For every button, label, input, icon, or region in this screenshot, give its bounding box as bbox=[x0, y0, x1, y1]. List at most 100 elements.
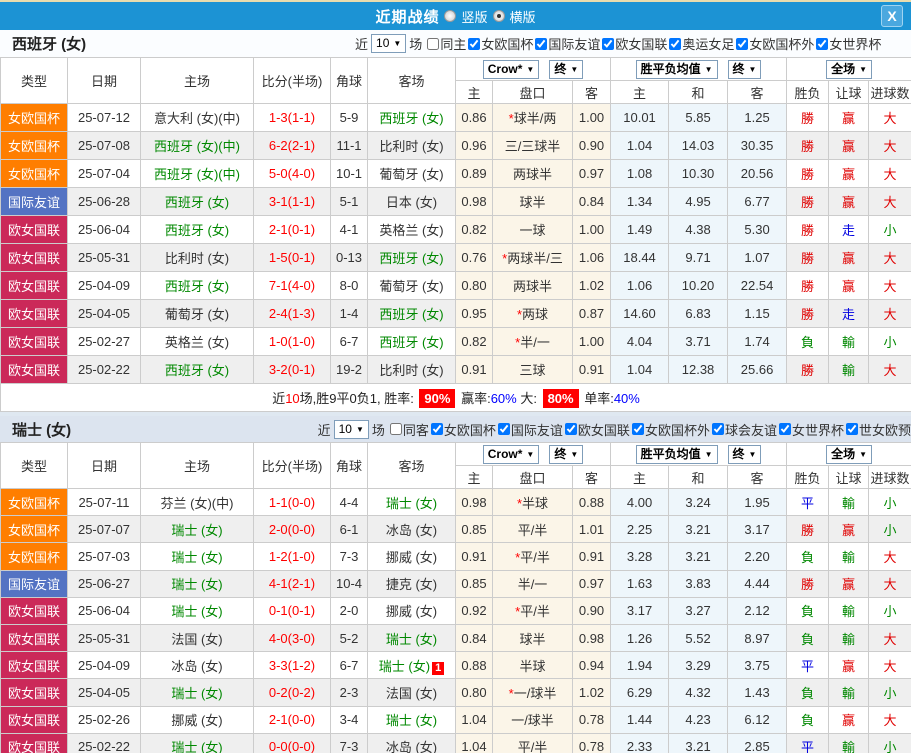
draw-odds: 5.85 bbox=[668, 103, 729, 132]
vertical-mode-radio[interactable] bbox=[444, 10, 457, 22]
summary-segment: 10 bbox=[285, 391, 300, 406]
match-count-select[interactable]: 10 ▼ bbox=[333, 419, 369, 439]
league-filter-checkbox[interactable]: 国际友谊 bbox=[535, 34, 600, 53]
bookmaker-select[interactable]: Crow* ▼ bbox=[482, 444, 540, 464]
scope-select-value: 全场 bbox=[831, 446, 856, 461]
result-win-draw-lose: 勝 bbox=[786, 187, 830, 216]
corner-count: 10-1 bbox=[330, 159, 368, 188]
sub-column-header: 胜负 bbox=[786, 80, 830, 104]
league-filter-checkbox-input[interactable] bbox=[816, 37, 829, 50]
close-button[interactable]: X bbox=[881, 5, 903, 27]
league-type-badge: 欧女国联 bbox=[0, 243, 68, 272]
league-filter-checkbox[interactable]: 国际友谊 bbox=[497, 420, 563, 439]
match-date: 25-05-31 bbox=[67, 243, 141, 272]
corner-count: 7-3 bbox=[330, 542, 368, 571]
match-count-select-value: 10 bbox=[338, 421, 352, 436]
odds-time-select[interactable]: 终 ▼ bbox=[727, 59, 762, 79]
league-filter-checkbox-input[interactable] bbox=[497, 423, 510, 435]
vertical-mode-label[interactable]: 竖版 bbox=[461, 7, 487, 26]
same-venue-checkbox[interactable]: 同客 bbox=[389, 420, 429, 439]
league-filter-checkbox-input[interactable] bbox=[430, 423, 443, 435]
summary-segment: 近 bbox=[272, 391, 286, 406]
team-section-title: 瑞士 (女) bbox=[12, 421, 72, 439]
table-row: 欧女国联 25-02-26 挪威 (女) 2-1(0-0) 3-4 瑞士 (女) 1.04 一… bbox=[0, 705, 911, 734]
league-filter-checkbox[interactable]: 女欧国杯 bbox=[430, 420, 496, 439]
horizontal-mode-label[interactable]: 横版 bbox=[510, 7, 536, 26]
handicap-home-odds: 0.95 bbox=[455, 299, 493, 328]
draw-odds: 4.95 bbox=[668, 187, 729, 216]
handicap-away-odds: 0.90 bbox=[571, 131, 612, 160]
match-date: 25-04-05 bbox=[67, 678, 141, 707]
odds-header-group: 胜平负均值 ▼ 终 ▼ bbox=[610, 57, 788, 81]
odds-average-select[interactable]: 胜平负均值 ▼ bbox=[635, 444, 718, 464]
sub-column-header: 进球数 bbox=[868, 80, 911, 104]
match-score: 5-0(4-0) bbox=[253, 159, 331, 188]
league-filter-checkbox[interactable]: 女欧国杯 bbox=[468, 34, 533, 53]
match-date: 25-06-04 bbox=[67, 596, 141, 625]
section-filter-bar: 西班牙 (女) 近 10 ▼ 场 同主 女欧国杯 国际友谊 欧女国联 奥运女足 女欧国杯外 女世界杯 bbox=[0, 30, 911, 57]
league-type-badge: 欧女国联 bbox=[0, 678, 68, 707]
same-venue-checkbox[interactable]: 同主 bbox=[427, 34, 466, 53]
league-filter-checkbox-input[interactable] bbox=[736, 37, 749, 50]
result-goals: 小 bbox=[868, 215, 911, 244]
league-filter-checkbox[interactable]: 女世界杯 bbox=[778, 420, 844, 439]
scope-select[interactable]: 全场 ▼ bbox=[826, 59, 873, 79]
league-filter-checkbox-input[interactable] bbox=[535, 37, 548, 50]
league-filter-checkbox-input[interactable] bbox=[845, 423, 858, 435]
league-filter-checkbox[interactable]: 欧女国联 bbox=[602, 34, 667, 53]
league-filter-checkbox-input[interactable] bbox=[631, 423, 644, 435]
result-goals: 大 bbox=[868, 187, 911, 216]
result-handicap: 赢 bbox=[828, 103, 870, 132]
result-header-group: 全场 ▼ bbox=[786, 442, 911, 466]
result-handicap: 走 bbox=[828, 299, 870, 328]
corner-count: 1-4 bbox=[330, 299, 368, 328]
match-count-select-value: 10 bbox=[376, 36, 390, 50]
same-venue-checkbox-input[interactable] bbox=[427, 37, 440, 50]
scope-select[interactable]: 全场 ▼ bbox=[826, 444, 873, 464]
match-score: 4-1(2-1) bbox=[253, 569, 331, 598]
league-filter-checkbox[interactable]: 球会友谊 bbox=[711, 420, 777, 439]
odds-time-select[interactable]: 终 ▼ bbox=[727, 444, 762, 464]
league-filter-checkbox-input[interactable] bbox=[669, 37, 682, 50]
result-handicap: 輸 bbox=[828, 327, 870, 356]
handicap-line: *平/半 bbox=[492, 542, 573, 571]
league-filter-checkbox-input[interactable] bbox=[468, 37, 481, 50]
bookmaker-select[interactable]: Crow* ▼ bbox=[482, 59, 540, 79]
away-team: 英格兰 (女) bbox=[367, 215, 456, 244]
away-team: 法国 (女) bbox=[367, 678, 456, 707]
away-team: 日本 (女) bbox=[367, 187, 456, 216]
lose-odds: 25.66 bbox=[727, 355, 788, 384]
odds-average-select[interactable]: 胜平负均值 ▼ bbox=[635, 59, 718, 79]
league-type-badge: 女欧国杯 bbox=[0, 542, 68, 571]
horizontal-mode-radio[interactable] bbox=[492, 10, 505, 22]
league-filter-checkbox[interactable]: 女世界杯 bbox=[816, 34, 881, 53]
league-filter-checkbox[interactable]: 女欧国杯外 bbox=[631, 420, 710, 439]
line-time-select[interactable]: 终 ▼ bbox=[549, 444, 584, 464]
league-filter-checkbox-input[interactable] bbox=[711, 423, 724, 435]
line-time-select[interactable]: 终 ▼ bbox=[549, 59, 584, 79]
league-filter-checkbox-input[interactable] bbox=[564, 423, 577, 435]
result-handicap: 輸 bbox=[828, 542, 870, 571]
league-filter-checkbox[interactable]: 奥运女足 bbox=[669, 34, 734, 53]
league-filter-checkbox-input[interactable] bbox=[602, 37, 615, 50]
league-filter-checkbox[interactable]: 世女欧预 bbox=[845, 420, 911, 439]
away-team: 瑞士 (女) bbox=[367, 623, 456, 653]
away-team: 瑞士 (女) 1 bbox=[367, 651, 456, 680]
league-filter-label: 女世界杯 bbox=[829, 37, 882, 52]
league-filter-checkbox-input[interactable] bbox=[778, 423, 791, 435]
table-row: 女欧国杯 25-07-08 西班牙 (女)(中) 6-2(2-1) 11-1 比利时 (女… bbox=[0, 131, 911, 160]
league-filter-label: 女欧国杯外 bbox=[644, 422, 710, 438]
result-win-draw-lose: 勝 bbox=[786, 569, 830, 598]
league-filter-checkbox[interactable]: 女欧国杯外 bbox=[736, 34, 814, 53]
result-handicap: 赢 bbox=[828, 243, 870, 272]
league-filter-checkbox[interactable]: 欧女国联 bbox=[564, 420, 630, 439]
same-venue-checkbox-input[interactable] bbox=[389, 423, 402, 435]
draw-odds: 3.29 bbox=[668, 651, 729, 680]
lose-odds: 1.25 bbox=[727, 103, 788, 132]
away-team: 西班牙 (女) bbox=[367, 243, 456, 272]
match-count-select[interactable]: 10 ▼ bbox=[371, 34, 407, 53]
result-handicap: 輸 bbox=[828, 678, 870, 707]
match-date: 25-07-08 bbox=[67, 131, 141, 160]
lose-odds: 20.56 bbox=[727, 159, 788, 188]
matches-table: 类型 日期 主场 比分(半场) 角球 客场 Crow* ▼ 终 ▼ 胜平负均值 ▼ 终 ▼ 全场 ▼ 主盘口客主… bbox=[0, 442, 911, 753]
